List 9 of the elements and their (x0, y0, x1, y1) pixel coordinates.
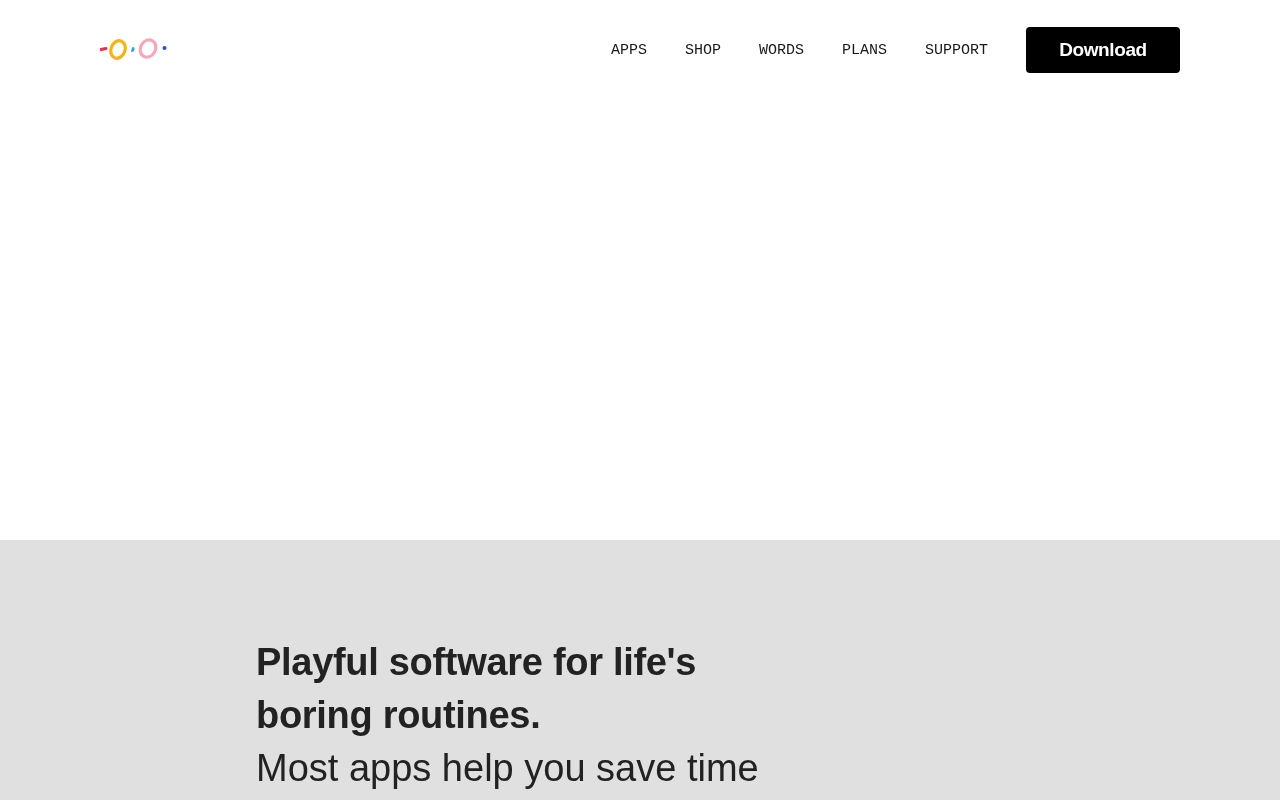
nav-link[interactable]: SUPPORT (925, 41, 988, 59)
nav-link[interactable]: PLANS (841, 41, 887, 59)
download-button[interactable]: Download (1026, 27, 1180, 73)
hero-heading: Playful software for life's boring routines. (256, 640, 698, 738)
nav-link[interactable]: WORDS (758, 41, 804, 59)
nav-link[interactable]: APPS (610, 41, 647, 59)
nav-link[interactable]: SHOP (684, 41, 721, 59)
logo[interactable] (100, 37, 168, 61)
hero-subheading: Most apps help you save time (256, 746, 760, 790)
